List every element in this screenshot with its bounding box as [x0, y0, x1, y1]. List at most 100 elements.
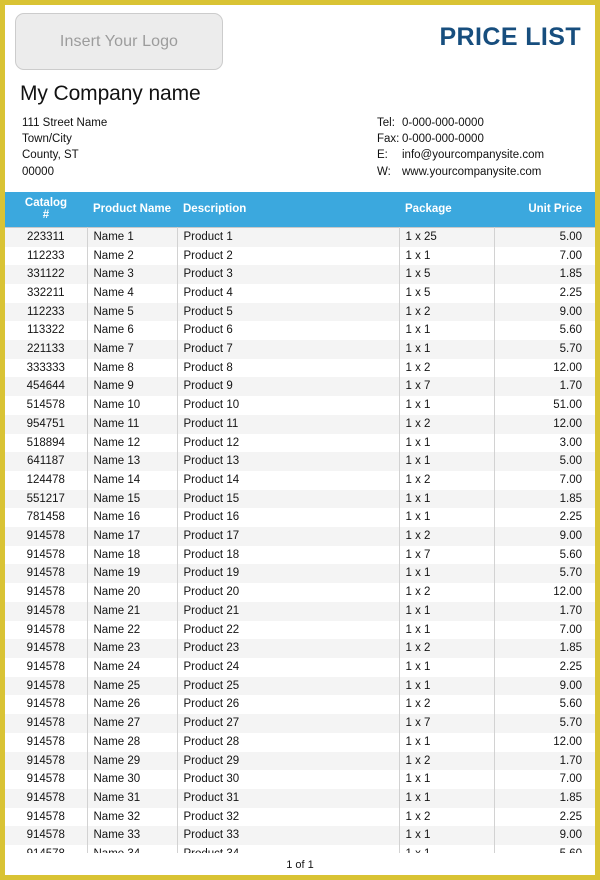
table-row[interactable]: 914578Name 17Product 171 x 29.00 [5, 527, 595, 546]
cell-package: 1 x 1 [399, 434, 494, 453]
cell-catalog: 914578 [5, 527, 87, 546]
table-row[interactable]: 333333Name 8Product 81 x 212.00 [5, 359, 595, 378]
cell-catalog: 331122 [5, 265, 87, 284]
cell-unit-price: 7.00 [494, 770, 595, 789]
page-indicator: 1 of 1 [5, 853, 595, 875]
table-header-row: Catalog # Product Name Description Packa… [5, 192, 595, 228]
column-header-description[interactable]: Description [177, 192, 399, 228]
cell-package: 1 x 7 [399, 377, 494, 396]
cell-description: Product 16 [177, 508, 399, 527]
table-row[interactable]: 914578Name 28Product 281 x 112.00 [5, 733, 595, 752]
cell-description: Product 31 [177, 789, 399, 808]
table-row[interactable]: 781458Name 16Product 161 x 12.25 [5, 508, 595, 527]
cell-unit-price: 12.00 [494, 415, 595, 434]
cell-package: 1 x 2 [399, 752, 494, 771]
price-list-document: Insert Your Logo PRICE LIST My Company n… [0, 0, 600, 880]
cell-description: Product 29 [177, 752, 399, 771]
logo-placeholder-box[interactable]: Insert Your Logo [15, 13, 223, 70]
table-row[interactable]: 331122Name 3Product 31 x 51.85 [5, 265, 595, 284]
contact-telephone: Tel: 0-000-000-0000 [377, 115, 577, 131]
table-row[interactable]: 914578Name 31Product 311 x 11.85 [5, 789, 595, 808]
table-row[interactable]: 454644Name 9Product 91 x 71.70 [5, 377, 595, 396]
cell-product-name: Name 17 [87, 527, 177, 546]
cell-unit-price: 5.00 [494, 227, 595, 246]
column-header-catalog[interactable]: Catalog # [5, 192, 87, 228]
cell-description: Product 27 [177, 714, 399, 733]
cell-package: 1 x 2 [399, 359, 494, 378]
cell-product-name: Name 6 [87, 321, 177, 340]
table-row[interactable]: 113322Name 6Product 61 x 15.60 [5, 321, 595, 340]
table-row[interactable]: 332211Name 4Product 41 x 52.25 [5, 284, 595, 303]
table-row[interactable]: 124478Name 14Product 141 x 27.00 [5, 471, 595, 490]
table-row[interactable]: 914578Name 30Product 301 x 17.00 [5, 770, 595, 789]
cell-description: Product 11 [177, 415, 399, 434]
contact-label: W: [377, 164, 402, 180]
table-row[interactable]: 914578Name 20Product 201 x 212.00 [5, 583, 595, 602]
cell-catalog: 914578 [5, 808, 87, 827]
table-row[interactable]: 641187Name 13Product 131 x 15.00 [5, 452, 595, 471]
cell-product-name: Name 20 [87, 583, 177, 602]
cell-package: 1 x 5 [399, 265, 494, 284]
table-row[interactable]: 914578Name 29Product 291 x 21.70 [5, 752, 595, 771]
table-row[interactable]: 914578Name 26Product 261 x 25.60 [5, 695, 595, 714]
table-row[interactable]: 914578Name 19Product 191 x 15.70 [5, 564, 595, 583]
cell-description: Product 21 [177, 602, 399, 621]
cell-package: 1 x 1 [399, 677, 494, 696]
cell-unit-price: 1.85 [494, 639, 595, 658]
contact-label: Tel: [377, 115, 402, 131]
table-row[interactable]: 112233Name 2Product 21 x 17.00 [5, 247, 595, 266]
table-row[interactable]: 954751Name 11Product 111 x 212.00 [5, 415, 595, 434]
table-row[interactable]: 914578Name 33Product 331 x 19.00 [5, 826, 595, 845]
table-row[interactable]: 514578Name 10Product 101 x 151.00 [5, 396, 595, 415]
cell-unit-price: 2.25 [494, 284, 595, 303]
cell-unit-price: 1.85 [494, 789, 595, 808]
cell-package: 1 x 1 [399, 508, 494, 527]
cell-catalog: 914578 [5, 602, 87, 621]
table-row[interactable]: 914578Name 21Product 211 x 11.70 [5, 602, 595, 621]
table-row[interactable]: 551217Name 15Product 151 x 11.85 [5, 490, 595, 509]
table-row[interactable]: 518894Name 12Product 121 x 13.00 [5, 434, 595, 453]
table-row[interactable]: 914578Name 27Product 271 x 75.70 [5, 714, 595, 733]
cell-unit-price: 5.60 [494, 695, 595, 714]
table-row[interactable]: 914578Name 25Product 251 x 19.00 [5, 677, 595, 696]
cell-product-name: Name 27 [87, 714, 177, 733]
column-header-package[interactable]: Package [399, 192, 494, 228]
cell-product-name: Name 22 [87, 621, 177, 640]
contact-email[interactable]: E: info@yourcompanysite.com [377, 147, 577, 163]
table-row[interactable]: 914578Name 24Product 241 x 12.25 [5, 658, 595, 677]
cell-unit-price: 1.85 [494, 490, 595, 509]
cell-package: 1 x 2 [399, 471, 494, 490]
contact-value: 0-000-000-0000 [402, 115, 484, 131]
document-header: Insert Your Logo PRICE LIST My Company n… [5, 5, 595, 180]
table-row[interactable]: 221133Name 7Product 71 x 15.70 [5, 340, 595, 359]
cell-description: Product 6 [177, 321, 399, 340]
cell-package: 1 x 1 [399, 826, 494, 845]
table-row[interactable]: 112233Name 5Product 51 x 29.00 [5, 303, 595, 322]
table-row[interactable]: 914578Name 18Product 181 x 75.60 [5, 546, 595, 565]
cell-product-name: Name 9 [87, 377, 177, 396]
table-row[interactable]: 914578Name 22Product 221 x 17.00 [5, 621, 595, 640]
table-row[interactable]: 223311Name 1Product 11 x 255.00 [5, 227, 595, 246]
cell-package: 1 x 1 [399, 396, 494, 415]
column-header-product-name[interactable]: Product Name [87, 192, 177, 228]
cell-description: Product 13 [177, 452, 399, 471]
contact-fax: Fax: 0-000-000-0000 [377, 131, 577, 147]
contact-value: www.yourcompanysite.com [402, 164, 541, 180]
cell-description: Product 3 [177, 265, 399, 284]
company-contacts: Tel: 0-000-000-0000 Fax: 0-000-000-0000 … [377, 115, 577, 180]
cell-unit-price: 2.25 [494, 658, 595, 677]
cell-description: Product 2 [177, 247, 399, 266]
contact-website[interactable]: W: www.yourcompanysite.com [377, 164, 577, 180]
table-row[interactable]: 914578Name 32Product 321 x 22.25 [5, 808, 595, 827]
cell-product-name: Name 12 [87, 434, 177, 453]
cell-package: 1 x 2 [399, 303, 494, 322]
address-line: County, ST [22, 147, 107, 163]
cell-description: Product 24 [177, 658, 399, 677]
cell-unit-price: 5.70 [494, 564, 595, 583]
column-header-unit-price[interactable]: Unit Price [494, 192, 595, 228]
cell-catalog: 914578 [5, 789, 87, 808]
cell-package: 1 x 2 [399, 527, 494, 546]
cell-unit-price: 9.00 [494, 677, 595, 696]
cell-unit-price: 12.00 [494, 583, 595, 602]
table-row[interactable]: 914578Name 23Product 231 x 21.85 [5, 639, 595, 658]
